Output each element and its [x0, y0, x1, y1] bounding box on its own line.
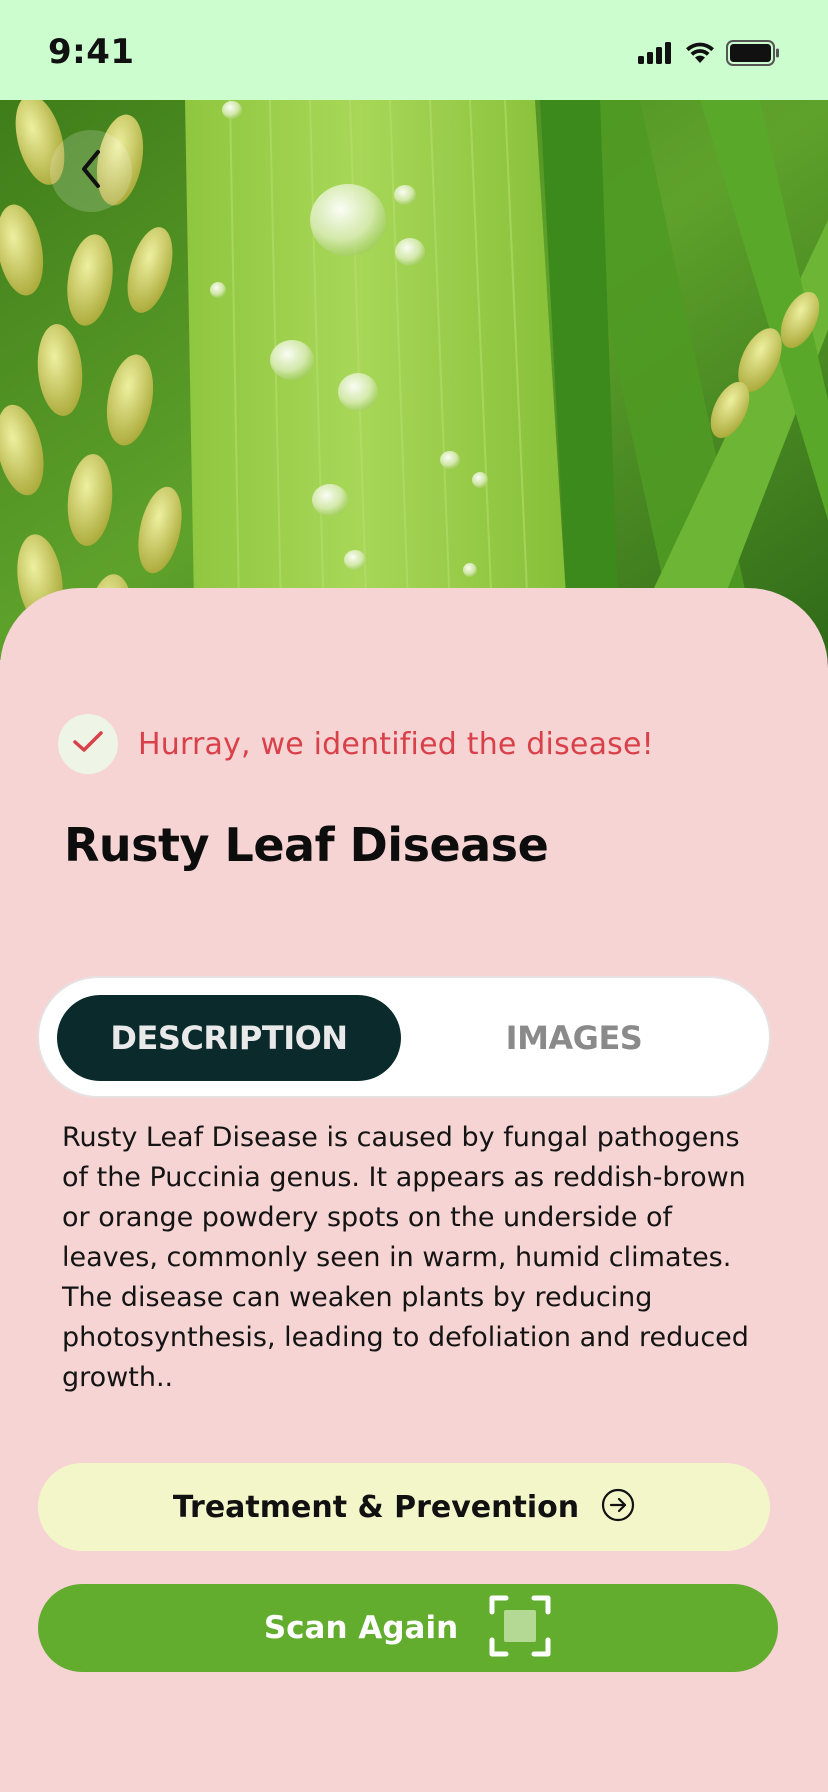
scan-button-label: Scan Again: [263, 1610, 459, 1646]
check-badge: [58, 714, 118, 774]
status-bar: 9:41: [0, 0, 828, 100]
identification-status: Hurray, we identified the disease!: [58, 714, 654, 774]
check-icon: [72, 730, 104, 758]
scan-again-button[interactable]: Scan Again: [38, 1584, 778, 1672]
treatment-button-label: Treatment & Prevention: [172, 1489, 580, 1525]
scan-frame-icon: [488, 1594, 552, 1662]
tab-switcher: DESCRIPTION IMAGES: [39, 978, 769, 1096]
status-time: 9:41: [48, 32, 135, 72]
tab-description[interactable]: DESCRIPTION: [57, 995, 401, 1081]
chevron-left-icon: [76, 148, 106, 194]
disease-result-screen: 9:41 Hurray, we identified the disease! …: [0, 0, 828, 1792]
arrow-right-circle-icon: [601, 1488, 635, 1526]
battery-icon: [726, 40, 780, 70]
treatment-prevention-button[interactable]: Treatment & Prevention: [38, 1463, 770, 1551]
back-button[interactable]: [50, 130, 132, 212]
tab-images[interactable]: IMAGES: [439, 995, 709, 1081]
wifi-icon: [684, 41, 716, 69]
status-icons: [638, 40, 780, 70]
disease-name: Rusty Leaf Disease: [64, 818, 549, 872]
cellular-signal-icon: [638, 42, 674, 68]
success-message: Hurray, we identified the disease!: [138, 726, 654, 762]
disease-description: Rusty Leaf Disease is caused by fungal p…: [62, 1122, 749, 1393]
